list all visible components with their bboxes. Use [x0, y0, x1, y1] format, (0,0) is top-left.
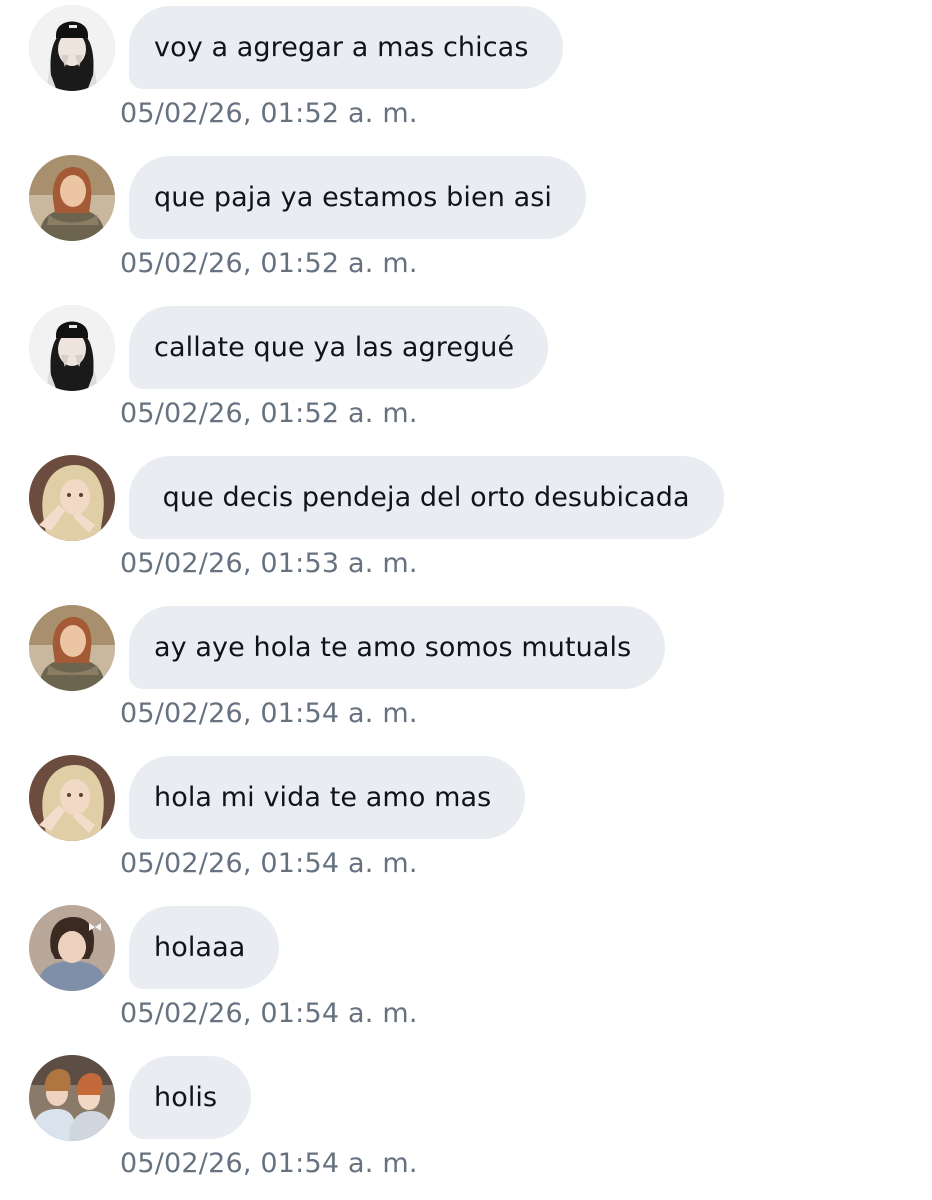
- message-text: hola mi vida te amo mas: [154, 782, 492, 813]
- message-text: que paja ya estamos bien asi: [154, 182, 553, 213]
- message-row: que decis pendeja del orto desubicada 05…: [0, 450, 932, 600]
- message-timestamp: 05/02/26, 01:54 a. m.: [120, 848, 418, 879]
- message-bubble[interactable]: voy a agregar a mas chicas: [129, 6, 563, 89]
- message-bubble[interactable]: holis: [129, 1056, 252, 1139]
- message-timestamp: 05/02/26, 01:52 a. m.: [120, 398, 418, 429]
- message-timestamp: 05/02/26, 01:53 a. m.: [120, 548, 418, 579]
- avatar-user-redhead[interactable]: [29, 155, 115, 241]
- message-row: holaaa 05/02/26, 01:54 a. m.: [0, 900, 932, 1050]
- avatar-user-beanie[interactable]: [29, 305, 115, 391]
- message-timestamp: 05/02/26, 01:52 a. m.: [120, 98, 418, 129]
- message-row: callate que ya las agregué 05/02/26, 01:…: [0, 300, 932, 450]
- avatar-user-blonde[interactable]: [29, 755, 115, 841]
- message-text: ay aye hola te amo somos mutuals: [154, 632, 632, 663]
- message-bubble[interactable]: que decis pendeja del orto desubicada: [129, 456, 724, 539]
- message-bubble[interactable]: holaaa: [129, 906, 280, 989]
- message-row: ay aye hola te amo somos mutuals 05/02/2…: [0, 600, 932, 750]
- avatar-user-duo[interactable]: [29, 1055, 115, 1141]
- avatar-user-redhead[interactable]: [29, 605, 115, 691]
- message-row: holis 05/02/26, 01:54 a. m.: [0, 1050, 932, 1200]
- message-bubble[interactable]: callate que ya las agregué: [129, 306, 549, 389]
- message-row: que paja ya estamos bien asi 05/02/26, 0…: [0, 150, 932, 300]
- message-timestamp: 05/02/26, 01:54 a. m.: [120, 698, 418, 729]
- message-timestamp: 05/02/26, 01:54 a. m.: [120, 998, 418, 1029]
- message-text: holaaa: [154, 932, 246, 963]
- message-timestamp: 05/02/26, 01:52 a. m.: [120, 248, 418, 279]
- avatar-user-beanie[interactable]: [29, 5, 115, 91]
- message-text: holis: [154, 1082, 218, 1113]
- message-bubble[interactable]: que paja ya estamos bien asi: [129, 156, 587, 239]
- avatar-user-darkhair[interactable]: [29, 905, 115, 991]
- message-row: voy a agregar a mas chicas 05/02/26, 01:…: [0, 0, 932, 150]
- message-text: callate que ya las agregué: [154, 332, 515, 363]
- message-bubble[interactable]: hola mi vida te amo mas: [129, 756, 526, 839]
- message-text: que decis pendeja del orto desubicada: [154, 482, 690, 513]
- message-text: voy a agregar a mas chicas: [154, 32, 529, 63]
- avatar-user-blonde[interactable]: [29, 455, 115, 541]
- message-bubble[interactable]: ay aye hola te amo somos mutuals: [129, 606, 666, 689]
- message-row: hola mi vida te amo mas 05/02/26, 01:54 …: [0, 750, 932, 900]
- message-timestamp: 05/02/26, 01:54 a. m.: [120, 1148, 418, 1179]
